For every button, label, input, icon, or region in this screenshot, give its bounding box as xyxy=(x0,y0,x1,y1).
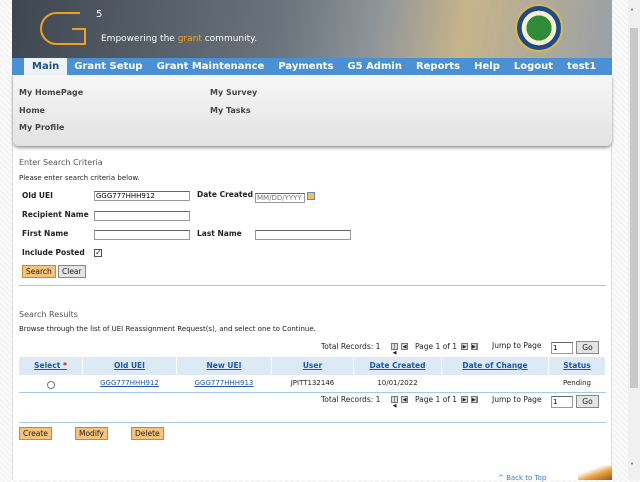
next-page-icon[interactable]: ▶ xyxy=(461,343,468,350)
nav-main[interactable]: Main xyxy=(24,58,68,75)
row-status: Pending xyxy=(563,379,591,387)
prev-page-icon[interactable]: ◀ xyxy=(401,343,408,350)
footer-graphic xyxy=(578,466,612,480)
g5-logo-bar xyxy=(72,28,86,45)
page-indicator: Page 1 of 1 xyxy=(415,342,458,351)
delete-button[interactable]: Delete xyxy=(131,427,164,440)
submenu-my-survey[interactable]: My Survey xyxy=(210,88,257,97)
jump-label: Jump to Page xyxy=(492,341,542,350)
row-old-uei-link[interactable]: GGG777HHH912 xyxy=(83,379,176,387)
col-user[interactable]: User xyxy=(272,357,353,375)
col-select: Select * xyxy=(19,357,82,375)
first-name-input[interactable] xyxy=(94,230,190,240)
tagline: Empowering the grant community. xyxy=(101,34,257,44)
page-indicator: Page 1 of 1 xyxy=(415,395,458,404)
last-page-icon[interactable]: ▶| xyxy=(471,343,478,350)
calendar-icon[interactable] xyxy=(307,192,315,200)
col-select-label: Select xyxy=(34,361,61,370)
scroll-up-icon[interactable]: ˄ xyxy=(630,8,634,17)
first-page-icon[interactable]: |◀ xyxy=(391,343,398,356)
create-button[interactable]: Create xyxy=(19,427,52,440)
department-seal-icon xyxy=(515,4,563,52)
nav-grant-maintenance[interactable]: Grant Maintenance xyxy=(150,58,272,75)
old-uei-input[interactable] xyxy=(94,191,190,201)
last-name-input[interactable] xyxy=(255,230,351,240)
nav-reports[interactable]: Reports xyxy=(409,58,467,75)
row-date-created: 10/01/2022 xyxy=(377,379,418,387)
recipient-name-input[interactable] xyxy=(94,211,190,221)
submenu-my-tasks[interactable]: My Tasks xyxy=(210,106,251,115)
col-date-created[interactable]: Date Created xyxy=(354,357,441,375)
nav-payments[interactable]: Payments xyxy=(271,58,340,75)
row-select-radio[interactable] xyxy=(47,381,55,389)
submenu-my-homepage[interactable]: My HomePage xyxy=(19,88,83,97)
first-name-label: First Name xyxy=(22,229,69,238)
old-uei-label: Old UEI xyxy=(22,191,53,200)
prev-page-icon[interactable]: ◀ xyxy=(401,396,408,403)
nav-help[interactable]: Help xyxy=(467,58,507,75)
tagline-text-end: community. xyxy=(201,34,258,44)
total-records: Total Records: 1 xyxy=(321,395,381,404)
scroll-thumb[interactable] xyxy=(630,28,638,388)
search-results-title: Search Results xyxy=(19,310,78,319)
row-divider xyxy=(19,392,606,393)
last-name-label: Last Name xyxy=(197,229,242,238)
required-mark: * xyxy=(62,361,67,370)
row-user: JPITT132146 xyxy=(290,379,335,387)
col-status[interactable]: Status xyxy=(549,357,605,375)
submenu-home[interactable]: Home xyxy=(19,106,45,115)
modify-button[interactable]: Modify xyxy=(75,427,108,440)
nav-grant-setup[interactable]: Grant Setup xyxy=(67,58,149,75)
col-new-uei[interactable]: New UEI xyxy=(177,357,271,375)
col-date-of-change[interactable]: Date of Change xyxy=(442,357,548,375)
next-page-icon[interactable]: ▶ xyxy=(461,396,468,403)
search-criteria-title: Enter Search Criteria xyxy=(19,158,103,167)
scrollbar[interactable]: ˄ ˅ xyxy=(628,0,640,480)
jump-page-input[interactable] xyxy=(551,342,573,354)
back-to-top-link[interactable]: ^ Back to Top xyxy=(498,474,546,482)
nav-logout[interactable]: Logout xyxy=(507,58,560,75)
divider xyxy=(19,285,606,286)
jump-page-input[interactable] xyxy=(551,396,573,408)
tagline-text: Empowering the xyxy=(101,34,178,44)
date-created-input[interactable] xyxy=(255,193,305,203)
nav-g5-admin[interactable]: G5 Admin xyxy=(340,58,409,75)
scroll-down-icon[interactable]: ˅ xyxy=(630,462,634,471)
include-posted-label: Include Posted xyxy=(22,248,85,257)
recipient-name-label: Recipient Name xyxy=(22,210,89,219)
first-page-icon[interactable]: |◀ xyxy=(391,396,398,409)
submenu-panel: My HomePage Home My Profile My Survey My… xyxy=(13,75,612,146)
go-button[interactable]: Go xyxy=(576,395,599,408)
submenu-my-profile[interactable]: My Profile xyxy=(19,123,64,132)
row-new-uei-link[interactable]: GGG777HHH913 xyxy=(177,379,271,387)
total-records: Total Records: 1 xyxy=(321,342,381,351)
nav-user[interactable]: test1 xyxy=(560,58,603,75)
results-instructions: Browse through the list of UEI Reassignm… xyxy=(19,325,316,333)
header-banner: 5 Empowering the grant community. xyxy=(12,0,612,58)
tagline-accent: grant xyxy=(177,34,202,44)
main-nav: Main Grant Setup Grant Maintenance Payme… xyxy=(12,58,612,75)
go-button[interactable]: Go xyxy=(576,341,599,354)
divider xyxy=(19,422,606,423)
search-instructions: Please enter search criteria below. xyxy=(19,174,140,182)
jump-label: Jump to Page xyxy=(492,395,542,404)
clear-button[interactable]: Clear xyxy=(58,265,86,278)
search-button[interactable]: Search xyxy=(22,265,56,278)
last-page-icon[interactable]: ▶| xyxy=(471,396,478,403)
date-created-label: Date Created xyxy=(197,190,253,199)
include-posted-checkbox[interactable]: ✓ xyxy=(94,249,102,257)
col-old-uei[interactable]: Old UEI xyxy=(83,357,176,375)
